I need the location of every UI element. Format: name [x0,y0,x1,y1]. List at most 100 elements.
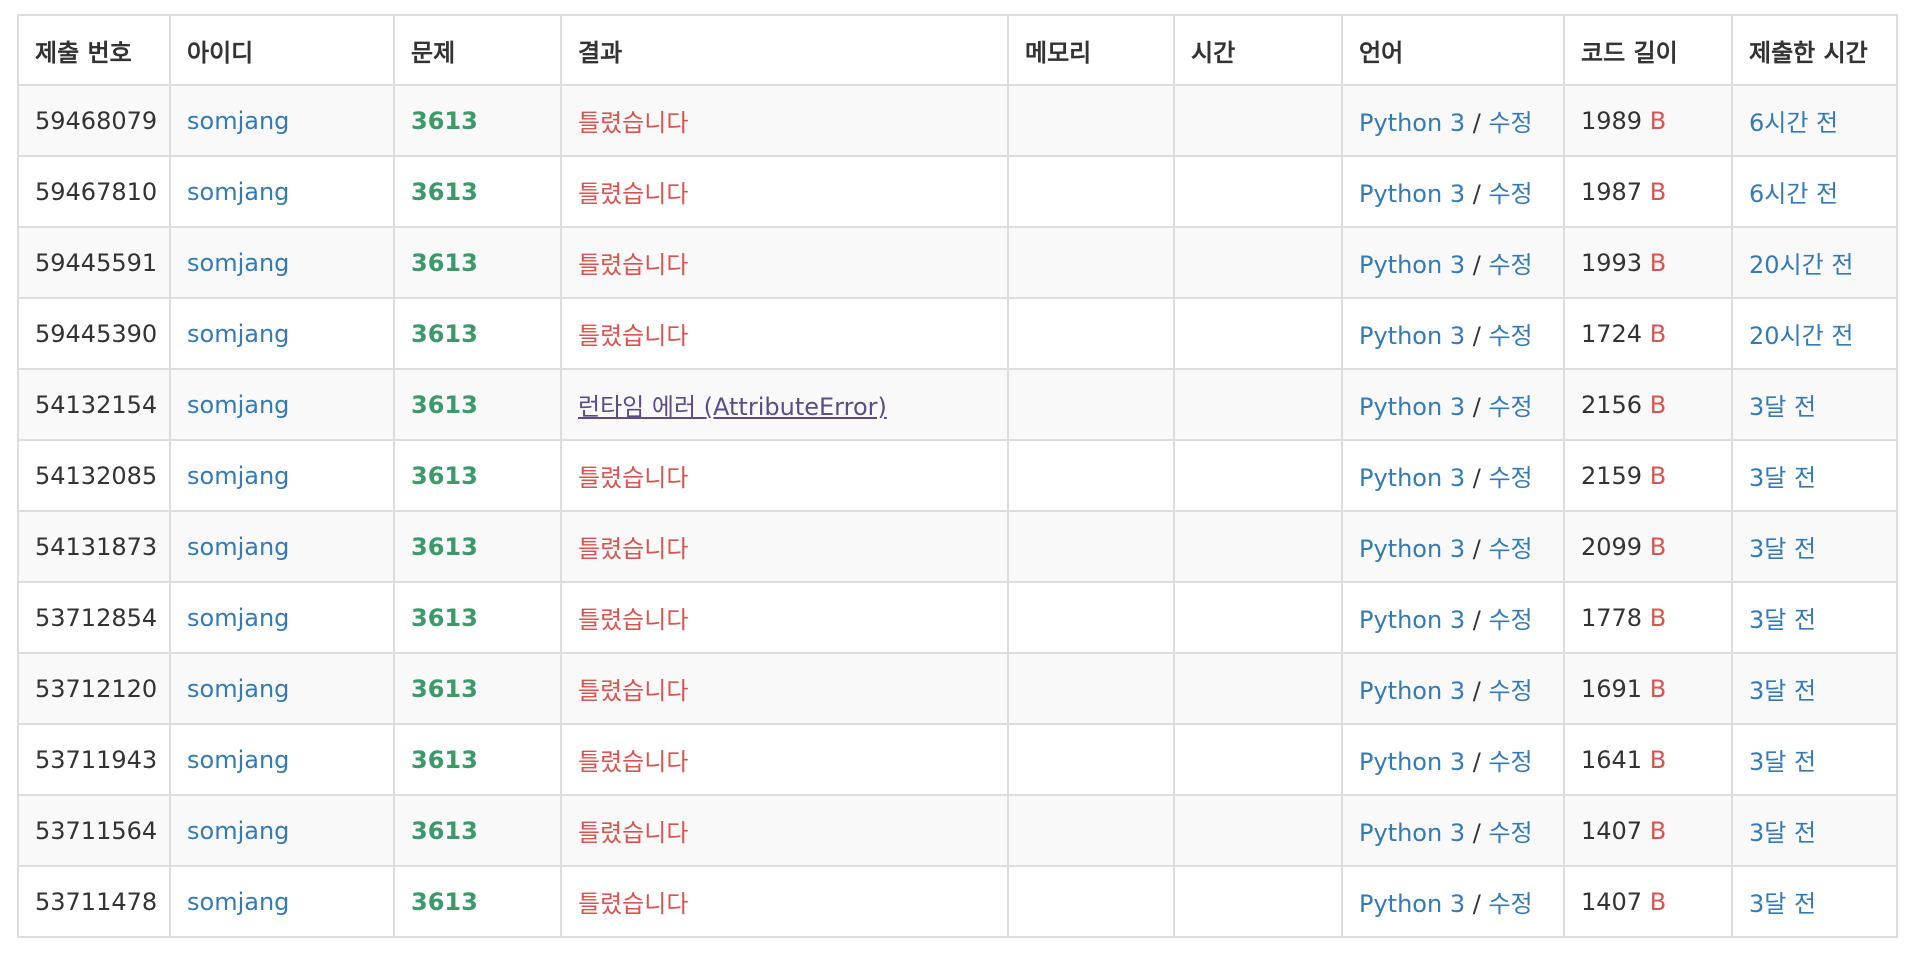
submitted-time-link[interactable]: 3달 전 [1749,819,1816,847]
result-cell: 틀렸습니다 [560,723,1009,796]
language-link[interactable]: Python 3 [1359,535,1465,563]
edit-link[interactable]: 수정 [1488,464,1532,492]
problem-link[interactable]: 3613 [411,107,478,135]
language-link[interactable]: Python 3 [1359,819,1465,847]
edit-link[interactable]: 수정 [1488,535,1532,563]
edit-link[interactable]: 수정 [1488,322,1532,350]
problem-link[interactable]: 3613 [411,817,478,845]
code-length-unit: B [1649,248,1667,277]
user-id-cell: somjang [169,652,395,725]
problem-link[interactable]: 3613 [411,746,478,774]
user-link[interactable]: somjang [187,391,289,419]
submitted-time-link[interactable]: 3달 전 [1749,677,1816,705]
language-link[interactable]: Python 3 [1359,251,1465,279]
user-link[interactable]: somjang [187,107,289,135]
submitted-time-link[interactable]: 3달 전 [1749,606,1816,634]
code-length-unit: B [1649,603,1667,632]
problem-link[interactable]: 3613 [411,533,478,561]
memory-cell [1007,297,1175,370]
problem-link[interactable]: 3613 [411,249,478,277]
problem-cell: 3613 [393,226,562,299]
problem-link[interactable]: 3613 [411,675,478,703]
user-id-cell: somjang [169,226,395,299]
user-link[interactable]: somjang [187,746,289,774]
submitted-time-cell: 3달 전 [1731,439,1898,512]
header-user-id: 아이디 [169,14,395,86]
user-link[interactable]: somjang [187,462,289,490]
time-cell [1173,439,1343,512]
user-link[interactable]: somjang [187,533,289,561]
code-length-value: 1778 [1581,603,1643,632]
submitted-time-link[interactable]: 3달 전 [1749,535,1816,563]
edit-link[interactable]: 수정 [1488,890,1532,918]
user-link[interactable]: somjang [187,817,289,845]
user-link[interactable]: somjang [187,604,289,632]
edit-link[interactable]: 수정 [1488,251,1532,279]
problem-link[interactable]: 3613 [411,888,478,916]
language-link[interactable]: Python 3 [1359,180,1465,208]
submitted-time-link[interactable]: 6시간 전 [1749,180,1838,208]
language-cell: Python 3 / 수정 [1341,794,1565,867]
problem-link[interactable]: 3613 [411,320,478,348]
language-separator: / [1465,464,1489,492]
user-link[interactable]: somjang [187,249,289,277]
language-link[interactable]: Python 3 [1359,393,1465,421]
time-cell [1173,368,1343,441]
submitted-time-link[interactable]: 3달 전 [1749,890,1816,918]
runtime-error-link[interactable]: 런타임 에러 (AttributeError) [578,393,887,421]
table-row: 53712854 somjang 3613 틀렸습니다 Python 3 / 수정 177… [17,581,1898,654]
edit-link[interactable]: 수정 [1488,393,1532,421]
submitted-time-link[interactable]: 3달 전 [1749,393,1816,421]
language-link[interactable]: Python 3 [1359,109,1465,137]
submission-id-cell: 53712120 [17,652,171,725]
language-cell: Python 3 / 수정 [1341,439,1565,512]
memory-cell [1007,652,1175,725]
table-row: 59467810 somjang 3613 틀렸습니다 Python 3 / 수정 198… [17,155,1898,228]
language-link[interactable]: Python 3 [1359,464,1465,492]
result-wrong-text: 틀렸습니다 [578,322,689,350]
user-link[interactable]: somjang [187,888,289,916]
user-link[interactable]: somjang [187,320,289,348]
submitted-time-link[interactable]: 3달 전 [1749,464,1816,492]
problem-link[interactable]: 3613 [411,462,478,490]
language-link[interactable]: Python 3 [1359,890,1465,918]
submitted-time-link[interactable]: 20시간 전 [1749,322,1853,350]
time-cell [1173,84,1343,157]
edit-link[interactable]: 수정 [1488,819,1532,847]
language-link[interactable]: Python 3 [1359,322,1465,350]
code-length-unit: B [1649,816,1667,845]
edit-link[interactable]: 수정 [1488,180,1532,208]
header-code-length: 코드 길이 [1563,14,1733,86]
submitted-time-link[interactable]: 6시간 전 [1749,109,1838,137]
language-link[interactable]: Python 3 [1359,677,1465,705]
code-length-unit: B [1649,177,1667,206]
problem-link[interactable]: 3613 [411,604,478,632]
result-cell: 틀렸습니다 [560,297,1009,370]
edit-link[interactable]: 수정 [1488,606,1532,634]
result-cell: 틀렸습니다 [560,155,1009,228]
language-link[interactable]: Python 3 [1359,748,1465,776]
code-length-unit: B [1649,319,1667,348]
problem-link[interactable]: 3613 [411,391,478,419]
code-length-value: 2159 [1581,461,1643,490]
user-link[interactable]: somjang [187,178,289,206]
language-cell: Python 3 / 수정 [1341,297,1565,370]
edit-link[interactable]: 수정 [1488,109,1532,137]
user-link[interactable]: somjang [187,675,289,703]
code-length-cell: 1724 B [1563,297,1733,370]
code-length-unit: B [1649,887,1667,916]
header-submission-id: 제출 번호 [17,14,171,86]
result-wrong-text: 틀렸습니다 [578,535,689,563]
edit-link[interactable]: 수정 [1488,677,1532,705]
submitted-time-cell: 20시간 전 [1731,297,1898,370]
time-cell [1173,226,1343,299]
code-length-cell: 1987 B [1563,155,1733,228]
submitted-time-link[interactable]: 3달 전 [1749,748,1816,776]
code-length-unit: B [1649,532,1667,561]
result-cell: 틀렸습니다 [560,865,1009,938]
problem-link[interactable]: 3613 [411,178,478,206]
submitted-time-link[interactable]: 20시간 전 [1749,251,1853,279]
language-link[interactable]: Python 3 [1359,606,1465,634]
problem-cell: 3613 [393,581,562,654]
edit-link[interactable]: 수정 [1488,748,1532,776]
